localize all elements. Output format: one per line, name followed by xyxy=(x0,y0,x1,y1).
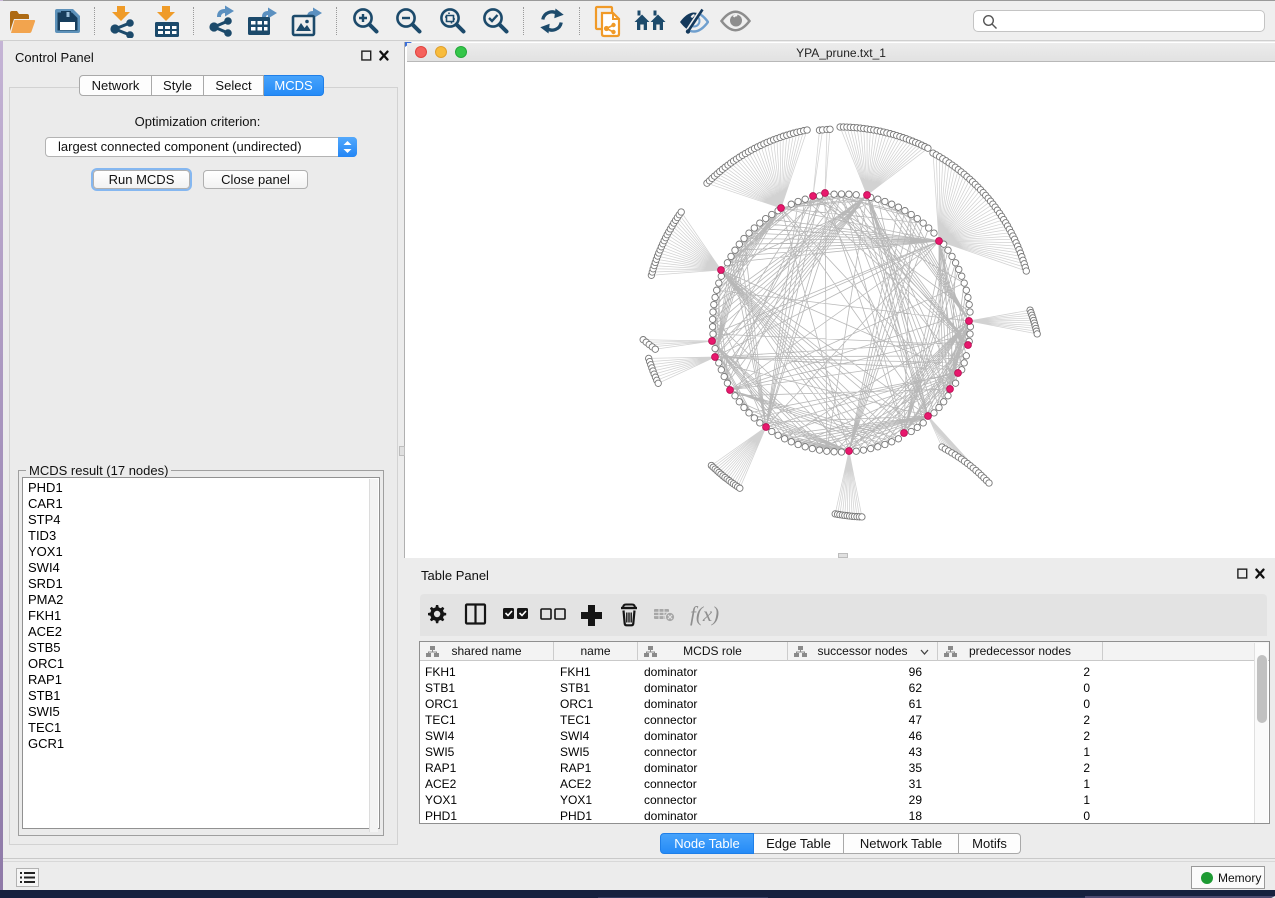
svg-text:f(x): f(x) xyxy=(690,602,719,626)
